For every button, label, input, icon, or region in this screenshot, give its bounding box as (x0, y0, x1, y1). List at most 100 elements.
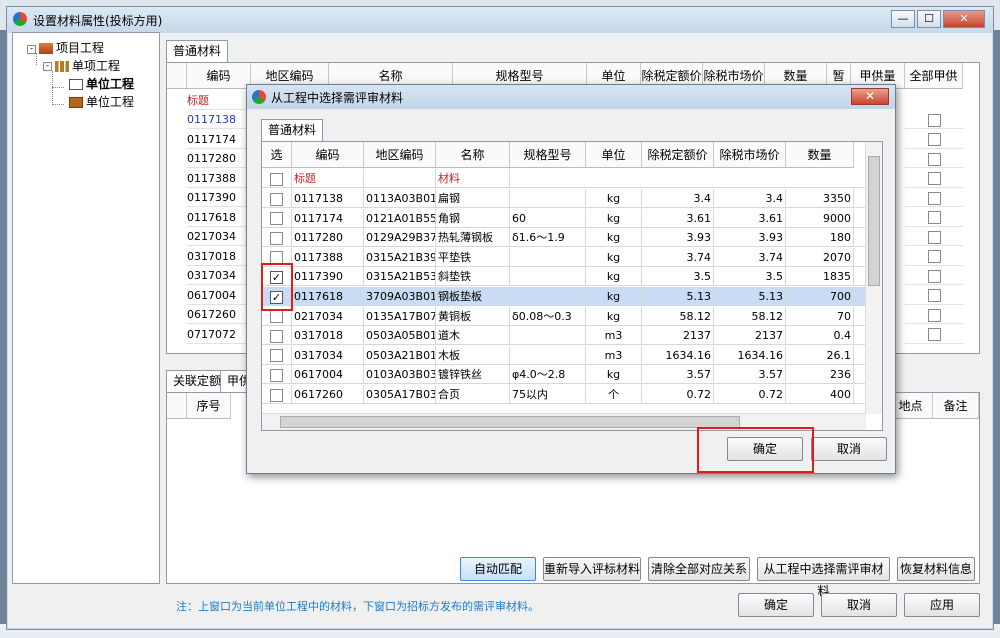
row-market-price: 58.12 (714, 306, 786, 326)
apply-button[interactable]: 应用 (904, 593, 980, 617)
all-supply-checkbox[interactable] (927, 328, 941, 341)
top-row-code[interactable]: 0117280 (187, 149, 247, 168)
top-row-code[interactable]: 0117618 (187, 208, 247, 227)
tree-leaf-label: 单位工程 (86, 95, 135, 109)
dialog-table-row[interactable]: 01172800129A29B37CB热轧薄钢板δ1.6～1.9kg3.933.… (262, 228, 866, 248)
vscroll-thumb[interactable] (868, 156, 880, 286)
all-supply-checkbox[interactable] (927, 133, 941, 146)
dialog-table-row[interactable]: 03170180503A05B01BV道木m3213721370.4 (262, 326, 866, 346)
dialog-tab-normal-materials[interactable]: 普通材料 (261, 119, 324, 141)
select-from-project-button[interactable]: 从工程中选择需评审材料 (757, 557, 890, 598)
row-quota-price: 3.61 (642, 208, 714, 228)
tree-item-unit[interactable]: 单位工程 (69, 93, 134, 111)
checkbox[interactable] (270, 192, 283, 206)
dialog-table-row[interactable]: ✓01176183709A03B01CB钢板垫板kg5.135.13700 (262, 287, 866, 306)
cancel-button[interactable]: 取消 (821, 593, 897, 617)
dialog-table-row[interactable]: 06170040103A03B03CB镀锌铁丝φ4.0～2.8kg3.573.5… (262, 365, 866, 385)
dialog-table-row[interactable]: 06172600305A17B03BF合页75以内个0.720.72400 (262, 385, 866, 404)
dcol-name[interactable]: 名称 (436, 142, 510, 168)
tree-item-subproject[interactable]: 单项工程 (55, 57, 120, 75)
row-unit: kg (586, 306, 642, 326)
checkbox[interactable] (270, 212, 283, 226)
tab-related-quota[interactable]: 关联定额 (166, 370, 229, 392)
top-row-supply-cell (905, 266, 963, 285)
top-row-code[interactable]: 0717072 (187, 325, 247, 344)
row-quantity: 700 (786, 287, 854, 306)
dialog-table-row[interactable]: 01171740121A01B55CB角钢60kg3.613.619000 (262, 208, 866, 228)
row-quota-price: 3.93 (642, 228, 714, 248)
checkbox[interactable] (270, 388, 283, 402)
checkbox[interactable] (270, 349, 283, 363)
tab-normal-materials[interactable]: 普通材料 (166, 40, 229, 62)
dcol-unit[interactable]: 单位 (586, 142, 642, 168)
row-spec: δ1.6～1.9 (510, 228, 586, 248)
title-row-code: 标题 (292, 169, 364, 188)
all-supply-checkbox[interactable] (927, 269, 941, 283)
all-supply-checkbox[interactable] (927, 211, 941, 224)
all-supply-checkbox[interactable] (927, 250, 941, 263)
col-seq[interactable]: 序号 (187, 393, 231, 419)
top-row-code[interactable]: 0117390 (187, 188, 247, 207)
col-remark[interactable]: 备注 (933, 393, 979, 419)
col-all-supply[interactable]: 全部甲供 (905, 63, 963, 89)
col-code[interactable]: 编码 (187, 63, 251, 89)
auto-match-button[interactable]: 自动匹配 (460, 557, 536, 581)
dcol-spec[interactable]: 规格型号 (510, 142, 586, 168)
dialog-close-button[interactable]: ✕ (851, 88, 889, 105)
row-spec (510, 326, 586, 346)
row-region-code: 0305A17B03BF (364, 385, 436, 404)
row-name: 镀锌铁丝 (436, 365, 510, 385)
checkbox[interactable] (270, 329, 283, 343)
dialog-title: 从工程中选择需评审材料 (271, 91, 404, 105)
minimize-button[interactable]: — (891, 10, 915, 28)
top-row-supply-cell (905, 188, 963, 207)
row-market-price: 3.74 (714, 247, 786, 267)
row-quantity: 9000 (786, 208, 854, 228)
checkbox[interactable] (270, 231, 283, 245)
dcol-code[interactable]: 编码 (292, 142, 364, 168)
dialog-table-row[interactable]: 01173880315A21B39C01平垫铁kg3.743.742070 (262, 247, 866, 267)
dcol-select[interactable]: 选 (262, 142, 292, 168)
ok-button[interactable]: 确定 (738, 593, 814, 617)
top-row-code[interactable]: 0317018 (187, 247, 247, 266)
tree-item-project[interactable]: 项目工程 (39, 39, 104, 57)
dcol-quota-price[interactable]: 除税定额价 (642, 142, 714, 168)
all-supply-checkbox[interactable] (927, 113, 941, 127)
dcol-region-code[interactable]: 地区编码 (364, 142, 436, 168)
clear-all-button[interactable]: 清除全部对应关系 (648, 557, 750, 581)
top-row-code[interactable]: 0317034 (187, 266, 247, 285)
dialog-titlebar: 从工程中选择需评审材料 ✕ (247, 85, 895, 109)
dialog-table-row[interactable]: 01171380113A03B01CB扁钢kg3.43.43350 (262, 189, 866, 208)
dialog-cancel-button[interactable]: 取消 (811, 437, 887, 461)
dialog-vertical-scrollbar[interactable] (865, 142, 882, 414)
top-row-code[interactable]: 0617004 (187, 286, 247, 305)
close-button[interactable]: ✕ (943, 10, 985, 28)
all-supply-checkbox[interactable] (927, 230, 941, 244)
top-row-code[interactable]: 0117138 (187, 110, 247, 129)
top-row-code[interactable]: 0617260 (187, 305, 247, 324)
row-quantity: 1835 (786, 267, 854, 287)
all-supply-checkbox[interactable] (927, 191, 941, 205)
all-supply-checkbox[interactable] (927, 152, 941, 166)
all-supply-checkbox[interactable] (927, 289, 941, 302)
dialog-table-row[interactable]: 02170340135A17B07CB黄铜板δ0.08～0.3kg58.1258… (262, 306, 866, 326)
hscroll-thumb[interactable] (280, 416, 740, 428)
checkbox[interactable] (270, 310, 283, 324)
title-row-checkbox[interactable] (270, 172, 283, 186)
all-supply-checkbox[interactable] (927, 308, 941, 322)
dialog-table-row[interactable]: ✓01173900315A21B53C01斜垫铁kg3.53.51835 (262, 267, 866, 287)
dcol-market-price[interactable]: 除税市场价 (714, 142, 786, 168)
dialog-title-row[interactable]: 标题 材料 (262, 169, 866, 188)
dialog-table-row[interactable]: 03170340503A21B01BV木板m31634.161634.1626.… (262, 345, 866, 365)
reimport-button[interactable]: 重新导入评标材料 (543, 557, 641, 581)
top-row-code[interactable]: 0117174 (187, 130, 247, 149)
top-row-code[interactable]: 0217034 (187, 227, 247, 246)
all-supply-checkbox[interactable] (927, 172, 941, 185)
dcol-quantity[interactable]: 数量 (786, 142, 854, 168)
restore-button[interactable]: 恢复材料信息 (897, 557, 975, 581)
top-row-code[interactable]: 0117388 (187, 169, 247, 188)
row-name: 黄铜板 (436, 306, 510, 326)
maximize-button[interactable]: ☐ (917, 10, 941, 28)
checkbox[interactable] (270, 368, 283, 382)
tree-item-unit-selected[interactable]: 单位工程 (69, 75, 134, 93)
